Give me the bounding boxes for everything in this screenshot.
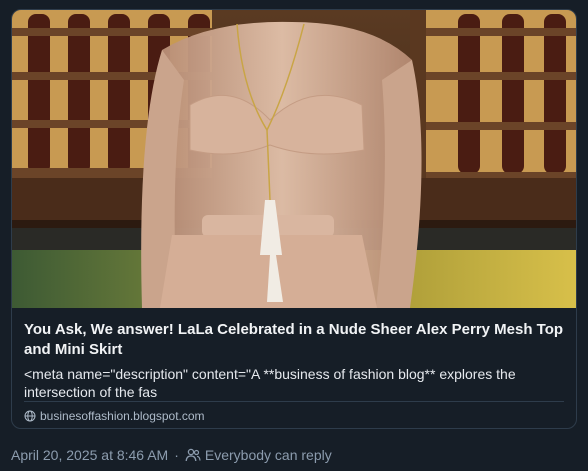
post-detail: You Ask, We answer! LaLa Celebrated in a… (0, 0, 588, 471)
link-preview-text: You Ask, We answer! LaLa Celebrated in a… (24, 320, 564, 401)
card-divider (24, 401, 564, 402)
link-preview-domain[interactable]: businesoffashion.blogspot.com (24, 408, 205, 424)
post-meta-row: April 20, 2025 at 8:46 AM · Everybody ca… (11, 446, 332, 464)
people-icon (185, 448, 201, 462)
globe-icon (24, 410, 36, 422)
link-preview-description: <meta name="description" content="A **bu… (24, 366, 516, 400)
post-timestamp[interactable]: April 20, 2025 at 8:46 AM (11, 446, 168, 464)
link-preview-thumbnail (12, 10, 576, 308)
link-preview-domain-text: businesoffashion.blogspot.com (40, 409, 205, 423)
link-preview-card[interactable]: You Ask, We answer! LaLa Celebrated in a… (11, 9, 577, 429)
reply-setting-button[interactable]: Everybody can reply (185, 446, 332, 464)
meta-separator: · (174, 447, 179, 463)
reply-setting-label: Everybody can reply (204, 447, 332, 463)
link-preview-title[interactable]: You Ask, We answer! LaLa Celebrated in a… (24, 320, 564, 360)
